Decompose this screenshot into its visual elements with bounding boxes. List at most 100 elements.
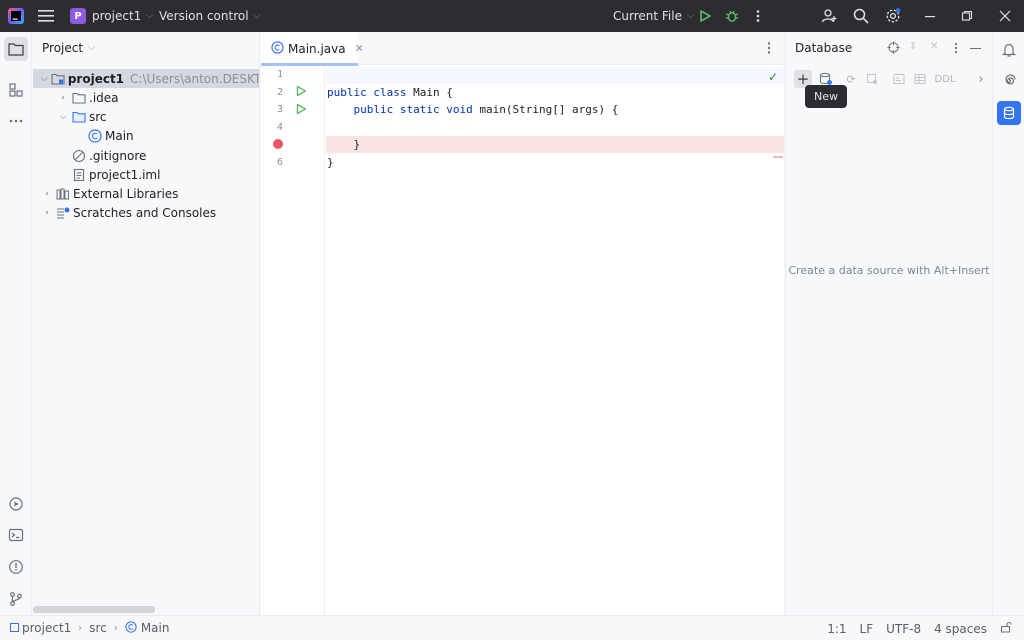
tree-item-project1[interactable]: ⌵ project1 C:\Users\anton.DESKTOP-IF7: [33, 69, 259, 88]
project-panel-header[interactable]: Project ⌵: [33, 32, 259, 64]
problems-tool-button[interactable]: [4, 555, 28, 579]
editor-tab-bar: Main.java ✕: [261, 32, 784, 66]
breakpoint-icon[interactable]: [273, 139, 283, 149]
tab-main-java[interactable]: Main.java ✕: [261, 32, 364, 66]
chevron-right-icon[interactable]: ›: [57, 93, 69, 103]
search-everywhere-button[interactable]: [853, 0, 869, 32]
terminal-icon: [8, 528, 24, 542]
tree-item-gitignore[interactable]: .gitignore: [33, 146, 259, 165]
minimize-button[interactable]: [924, 0, 936, 32]
settings-button[interactable]: [885, 0, 901, 32]
chevron-down-icon[interactable]: ⌵: [57, 112, 69, 122]
close-icon[interactable]: ✕: [355, 42, 364, 55]
database-panel-header: Database ⇕ ✕: [786, 32, 991, 64]
run-config-selector[interactable]: Current File ⌵: [613, 0, 694, 32]
code-text: Main {: [406, 86, 453, 99]
spiral-icon: [1005, 74, 1016, 85]
stop-icon[interactable]: [863, 70, 881, 88]
caret-position[interactable]: 1:1: [827, 622, 846, 636]
debug-button[interactable]: [725, 0, 739, 32]
tree-item-iml[interactable]: project1.iml: [33, 165, 259, 184]
database-tool-button[interactable]: [997, 101, 1021, 125]
project-panel-title: Project: [42, 41, 84, 55]
more-tools-button[interactable]: [4, 109, 28, 133]
console-icon[interactable]: [890, 70, 908, 88]
line-number: 4: [276, 122, 283, 133]
notifications-tool-button[interactable]: [997, 38, 1021, 62]
horizontal-scrollbar[interactable]: [33, 606, 155, 613]
crosshair-icon[interactable]: [887, 41, 900, 57]
tree-item-label: project1.iml: [89, 167, 161, 182]
structure-tool-button[interactable]: [4, 78, 28, 102]
vcs-selector[interactable]: Version control ⌵: [159, 0, 260, 32]
breadcrumb-main[interactable]: Main: [141, 621, 170, 635]
java-class-icon: [125, 620, 137, 636]
indent-setting[interactable]: 4 spaces: [934, 622, 987, 636]
inspection-ok-icon[interactable]: ✓: [768, 70, 778, 84]
empty-state-message[interactable]: Create a data source with Alt+Insert: [786, 264, 992, 277]
folder-icon: [8, 43, 24, 56]
ignore-file-icon: [72, 149, 86, 163]
database-panel-title: Database: [795, 41, 853, 55]
restore-button[interactable]: [961, 0, 973, 32]
file-encoding[interactable]: UTF-8: [886, 622, 921, 636]
folder-icon: [72, 91, 86, 105]
table-icon[interactable]: [911, 70, 929, 88]
breadcrumb-src[interactable]: src: [89, 621, 107, 635]
editor-more-button[interactable]: [766, 41, 772, 58]
code-line-3[interactable]: public static void main(String[] args) {: [326, 101, 784, 118]
run-class-gutter-button[interactable]: [295, 85, 307, 100]
code-text: }: [327, 138, 361, 151]
ai-assistant-tool-button[interactable]: [997, 69, 1021, 93]
java-class-icon: [271, 40, 284, 57]
scratches-icon: [56, 206, 70, 220]
tree-item-idea[interactable]: › .idea: [33, 88, 259, 107]
code-line-6[interactable]: }: [326, 154, 784, 171]
line-number: 1: [276, 69, 283, 80]
collapse-all-icon[interactable]: ✕: [930, 41, 938, 52]
intellij-logo[interactable]: [8, 0, 24, 32]
main-menu-button[interactable]: [38, 0, 54, 32]
tree-item-path: C:\Users\anton.DESKTOP-IF7: [130, 71, 259, 86]
run-main-gutter-button[interactable]: [295, 103, 307, 118]
code-line-5[interactable]: }: [326, 136, 784, 153]
more-vertical-icon[interactable]: [953, 42, 959, 57]
chevron-right-icon[interactable]: ›: [972, 70, 990, 88]
hamburger-icon: [38, 10, 54, 22]
expand-all-icon[interactable]: ⇕: [909, 41, 917, 52]
code-editor[interactable]: public class Main { public static void m…: [326, 66, 784, 615]
code-line-1[interactable]: [326, 67, 784, 84]
tree-item-label: project1: [67, 71, 125, 86]
code-line-2[interactable]: public class Main {: [326, 84, 784, 101]
run-icon: [296, 85, 307, 97]
lock-icon[interactable]: [1000, 621, 1012, 636]
editor-gutter[interactable]: 1 2 3 4 6: [261, 66, 325, 615]
tree-item-label: External Libraries: [73, 186, 179, 201]
tree-item-label: Main: [105, 128, 134, 143]
terminal-tool-button[interactable]: [4, 523, 28, 547]
tree-item-scratches[interactable]: › Scratches and Consoles: [33, 203, 259, 222]
hide-panel-icon[interactable]: [970, 48, 981, 50]
git-tool-button[interactable]: [4, 587, 28, 611]
line-separator[interactable]: LF: [860, 622, 874, 636]
code-line-4[interactable]: [326, 119, 784, 136]
project-tool-button[interactable]: [4, 37, 28, 61]
chevron-down-icon[interactable]: ⌵: [41, 74, 48, 84]
chevron-right-icon[interactable]: ›: [41, 208, 53, 218]
breadcrumb-project[interactable]: project1: [22, 621, 71, 635]
tree-item-main[interactable]: Main: [33, 126, 259, 145]
project-name: project1: [92, 9, 142, 23]
tree-item-external-libraries[interactable]: › External Libraries: [33, 184, 259, 203]
ddl-button[interactable]: DDL: [931, 70, 959, 88]
more-actions-button[interactable]: [755, 0, 761, 32]
left-tool-stripe: [0, 32, 32, 615]
breadcrumb: project1 › src › Main: [10, 620, 170, 636]
chevron-right-icon[interactable]: ›: [41, 189, 53, 199]
services-tool-button[interactable]: [4, 492, 28, 516]
code-with-me-button[interactable]: [821, 0, 837, 32]
run-button[interactable]: [698, 0, 712, 32]
project-selector[interactable]: P project1 ⌵: [70, 0, 153, 32]
tree-item-src[interactable]: ⌵ src: [33, 107, 259, 126]
close-window-button[interactable]: [999, 0, 1011, 32]
services-icon: [9, 497, 23, 511]
